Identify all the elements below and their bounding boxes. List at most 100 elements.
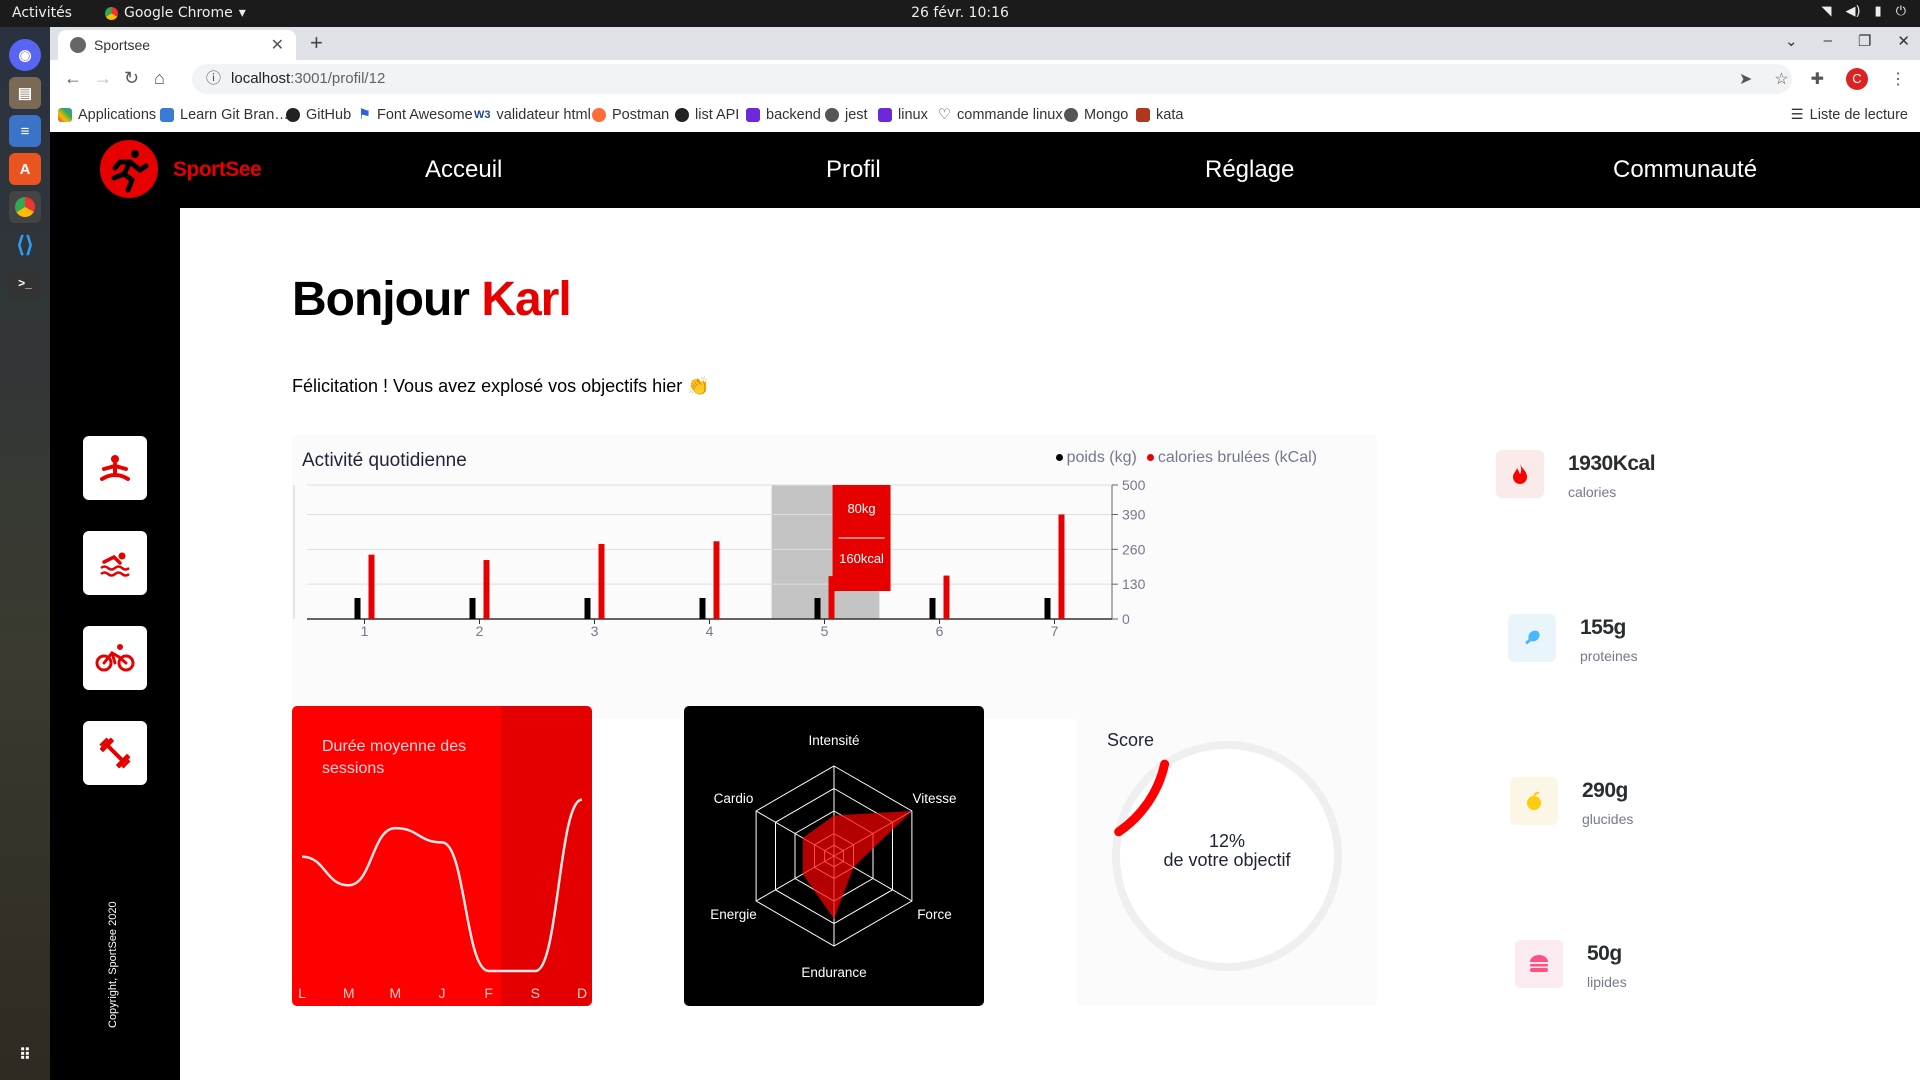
duration-day-label: J bbox=[439, 985, 446, 1001]
sidebar-cycling[interactable] bbox=[83, 626, 147, 690]
bookmark-backend[interactable]: backend bbox=[746, 107, 821, 123]
duration-day-label: L bbox=[298, 985, 306, 1001]
duration-hover-overlay bbox=[501, 706, 592, 1006]
radar-label: Vitesse bbox=[912, 791, 956, 806]
globe-icon bbox=[825, 108, 839, 122]
app-header: SportSee Acceuil Profil Réglage Communau… bbox=[50, 132, 1920, 208]
bookmark-jest[interactable]: jest bbox=[825, 107, 868, 123]
brand-name[interactable]: SportSee bbox=[173, 158, 262, 182]
duration-chart: L M M J F S D Durée moyenne des sessions bbox=[292, 706, 592, 1006]
tab-title: Sportsee bbox=[94, 37, 151, 53]
power-icon: ⏻ bbox=[1895, 4, 1906, 19]
radar-label: Cardio bbox=[714, 791, 754, 806]
radar-label: Intensité bbox=[808, 733, 859, 748]
bookmark-postman[interactable]: Postman bbox=[592, 107, 669, 123]
yoga-icon bbox=[100, 455, 130, 481]
close-tab-icon[interactable]: ✕ bbox=[271, 35, 284, 55]
nav-communaute[interactable]: Communauté bbox=[1613, 156, 1757, 184]
tab-sportsee[interactable]: Sportsee ✕ bbox=[58, 30, 296, 60]
menu-icon[interactable]: ⋮ bbox=[1890, 69, 1906, 89]
vscode-icon[interactable]: ⟨⟩ bbox=[9, 229, 41, 261]
os-top-bar: Activités Google Chrome ▾ 26 févr. 10:16… bbox=[0, 0, 1920, 27]
carbs-label: glucides bbox=[1582, 811, 1634, 827]
reading-list[interactable]: ☰ Liste de lecture bbox=[1791, 107, 1908, 123]
reload-icon[interactable]: ↻ bbox=[124, 68, 139, 89]
carbs-value: 290g bbox=[1582, 779, 1628, 802]
home-icon[interactable]: ⌂ bbox=[154, 68, 165, 89]
discord-icon[interactable]: ◉ bbox=[9, 39, 41, 71]
bookmark-font-awesome[interactable]: ⚑ Font Awesome bbox=[358, 107, 473, 123]
radar-chart-svg: Intensité Vitesse Force Endurance Energie Car… bbox=[710, 733, 956, 980]
congrats-message: Félicitation ! Vous avez explosé vos obj… bbox=[292, 376, 710, 396]
avatar[interactable]: C bbox=[1846, 68, 1868, 90]
bookmark-mongo[interactable]: Mongo bbox=[1064, 107, 1128, 123]
dock: ◉ ▤ ≡ A ⟨⟩ >_ ⠿ bbox=[0, 27, 50, 1080]
extensions-icon[interactable]: ✚ bbox=[1811, 69, 1824, 89]
close-window-icon[interactable]: ✕ bbox=[1897, 32, 1910, 50]
star-icon[interactable]: ☆ bbox=[1774, 69, 1788, 89]
performance-radar: Intensité Vitesse Force Endurance Energie Car… bbox=[684, 706, 984, 1006]
bookmarks-bar: Applications Learn Git Bran… GitHub ⚑ Fon… bbox=[50, 98, 1920, 133]
forward-icon[interactable]: → bbox=[94, 68, 112, 89]
bookmark-list-api[interactable]: list API bbox=[675, 107, 739, 123]
y-tick-label: 130 bbox=[1122, 576, 1146, 592]
burger-icon bbox=[1515, 940, 1563, 988]
bookmark-commande-linux[interactable]: ♡ commande linux bbox=[938, 107, 1063, 123]
window-controls: ⌄ – ❐ ✕ bbox=[1785, 32, 1910, 50]
calories-value: 1930Kcal bbox=[1568, 452, 1656, 475]
nav-profil[interactable]: Profil bbox=[826, 156, 881, 184]
address-bar[interactable]: ⓘ localhost:3001/profil/12 bbox=[192, 64, 1792, 94]
tab-strip: Sportsee ✕ + ⌄ – ❐ ✕ bbox=[50, 27, 1920, 60]
duration-day-label: D bbox=[577, 985, 587, 1001]
chrome-dock-icon[interactable] bbox=[9, 191, 41, 223]
runner-logo-icon[interactable] bbox=[100, 140, 158, 198]
legend-weight: poids (kg) bbox=[1055, 449, 1137, 467]
sidebar-yoga[interactable] bbox=[83, 436, 147, 500]
bookmark-kata[interactable]: kata bbox=[1136, 107, 1183, 123]
minimize-icon[interactable]: – bbox=[1824, 32, 1832, 50]
send-icon[interactable]: ➤ bbox=[1739, 69, 1752, 89]
toolbar-actions: ➤ ☆ ✚ C ⋮ bbox=[1739, 68, 1906, 90]
nav-reglage[interactable]: Réglage bbox=[1205, 156, 1294, 184]
tab-search-icon[interactable]: ⌄ bbox=[1785, 32, 1798, 50]
bookmark-github[interactable]: GitHub bbox=[286, 107, 351, 123]
sidebar-weights[interactable] bbox=[83, 721, 147, 785]
lipids-value: 50g bbox=[1587, 942, 1622, 965]
user-name: Karl bbox=[481, 273, 571, 326]
duration-day-label: S bbox=[531, 985, 540, 1001]
github-icon bbox=[286, 108, 300, 122]
apps-grid-icon bbox=[58, 108, 72, 122]
nav-acceuil[interactable]: Acceuil bbox=[425, 156, 502, 184]
score-percent: 12% bbox=[1208, 831, 1246, 851]
y-tick-label: 500 bbox=[1122, 477, 1146, 493]
clock[interactable]: 26 févr. 10:16 bbox=[0, 5, 1920, 21]
sidebar-swimming[interactable] bbox=[83, 531, 147, 595]
legend-calories: calories brulées (kCal) bbox=[1146, 449, 1317, 467]
proteins-value: 155g bbox=[1580, 616, 1626, 639]
bookmark-applications[interactable]: Applications bbox=[58, 107, 156, 123]
github-icon bbox=[675, 108, 689, 122]
swimming-icon bbox=[100, 552, 130, 577]
activity-chart-svg: 0 130 260 390 500 1 2 3 4 5 6 7 80kg 160kcal bbox=[293, 477, 1146, 639]
x-tick-label: 2 bbox=[476, 623, 484, 639]
radar-area bbox=[802, 811, 912, 919]
system-tray[interactable]: ◥ ◀) ▮ ⏻ bbox=[1821, 4, 1906, 19]
files-icon[interactable]: ▤ bbox=[9, 77, 41, 109]
new-tab-button[interactable]: + bbox=[310, 30, 323, 56]
show-apps-icon[interactable]: ⠿ bbox=[9, 1039, 41, 1071]
terminal-icon[interactable]: >_ bbox=[9, 267, 41, 299]
duration-title: Durée moyenne des sessions bbox=[322, 738, 467, 777]
bookmark-linux[interactable]: linux bbox=[878, 107, 928, 123]
bookmark-learn-git[interactable]: Learn Git Bran… bbox=[160, 107, 289, 123]
bookmark-validateur[interactable]: W3 validateur html bbox=[474, 107, 591, 123]
url-path: :3001/profil/12 bbox=[290, 70, 386, 87]
radar-label: Force bbox=[917, 907, 952, 922]
tooltip-calories: 160kcal bbox=[839, 551, 884, 566]
text-editor-icon[interactable]: ≡ bbox=[9, 115, 41, 147]
software-center-icon[interactable]: A bbox=[9, 153, 41, 185]
url-host: localhost bbox=[231, 70, 291, 87]
back-icon[interactable]: ← bbox=[64, 68, 82, 89]
greeting: Bonjour Karl bbox=[292, 273, 572, 326]
calories-label: calories bbox=[1568, 484, 1617, 500]
maximize-icon[interactable]: ❐ bbox=[1858, 32, 1871, 50]
